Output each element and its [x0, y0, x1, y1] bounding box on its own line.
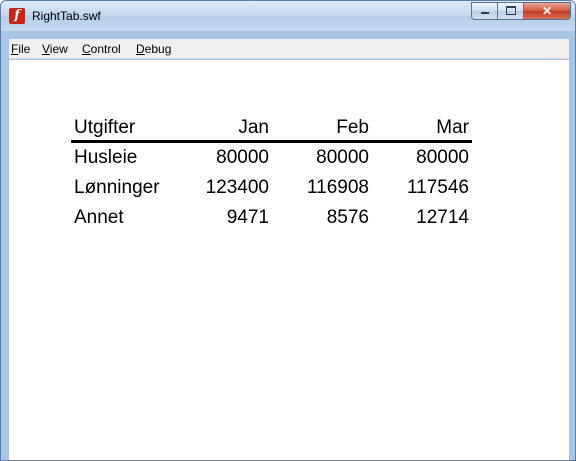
- menu-view[interactable]: View: [42, 42, 68, 56]
- table-cell: 8576: [326, 207, 369, 228]
- menu-file[interactable]: File: [11, 42, 30, 56]
- minimize-button[interactable]: [471, 2, 498, 20]
- window-title: RightTab.swf: [32, 9, 101, 23]
- column-header-utgifter: Utgifter: [74, 117, 136, 138]
- table-cell: 80000: [416, 147, 469, 168]
- column-header-mar: Mar: [436, 117, 469, 138]
- swf-stage: Utgifter Jan Feb Mar Husleie 80000 80000…: [9, 60, 569, 460]
- close-icon: ✕: [541, 4, 553, 18]
- table-cell: 123400: [205, 177, 269, 198]
- column-header-jan: Jan: [238, 117, 269, 138]
- menu-control[interactable]: Control: [82, 42, 121, 56]
- table-cell: 80000: [216, 147, 269, 168]
- column-header-feb: Feb: [336, 117, 369, 138]
- maximize-icon: [505, 5, 516, 15]
- flash-player-icon[interactable]: f: [9, 8, 25, 24]
- table-cell: 12714: [416, 207, 469, 228]
- table-cell: 80000: [316, 147, 369, 168]
- menu-bar: File View Control Debug: [9, 39, 569, 59]
- minimize-icon: [480, 11, 489, 14]
- maximize-button[interactable]: [498, 2, 524, 20]
- row-label-annet: Annet: [74, 207, 124, 228]
- row-label-lonninger: Lønninger: [74, 177, 160, 198]
- close-button[interactable]: ✕: [524, 2, 571, 20]
- table-cell: 9471: [226, 207, 269, 228]
- app-window: f RightTab.swf ✕ File View Control Debug…: [0, 0, 576, 461]
- table-cell: 117546: [407, 177, 469, 198]
- table-cell: 116908: [307, 177, 369, 198]
- row-label-husleie: Husleie: [74, 147, 138, 168]
- header-divider: [71, 140, 472, 143]
- title-bar[interactable]: f RightTab.swf ✕: [1, 1, 575, 31]
- menu-debug[interactable]: Debug: [136, 42, 171, 56]
